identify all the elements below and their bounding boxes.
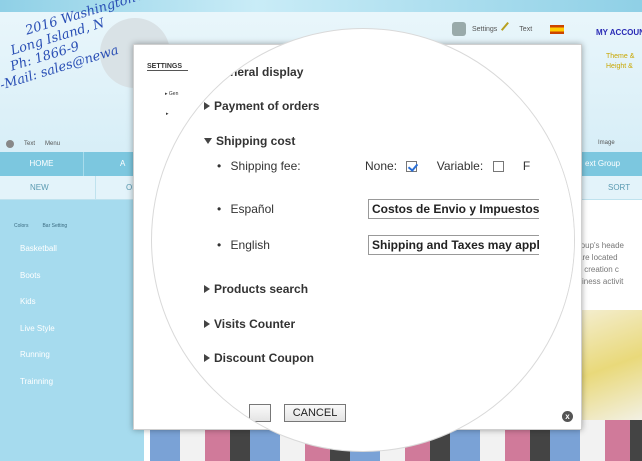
variable-checkbox[interactable]	[492, 161, 504, 173]
info-icon[interactable]	[6, 140, 14, 148]
my-account-link[interactable]: MY ACCOUNT	[596, 28, 642, 37]
english-row: • English	[217, 238, 270, 252]
page-root: 2016 Washington Ave Long Island, N Ph: 1…	[0, 0, 642, 461]
section-visits-counter[interactable]: Visits Counter	[204, 317, 295, 331]
collapse-arrow-icon	[204, 138, 212, 144]
english-label: English	[230, 238, 270, 252]
about-line: roup's heade	[578, 241, 625, 250]
magnifier-lens: General display Payment of orders Shippi…	[151, 28, 575, 452]
shipping-text-en-input[interactable]: Shipping and Taxes may apply	[368, 235, 568, 255]
section-discount-coupon[interactable]: Discount Coupon	[204, 351, 314, 365]
category-list: Basketball Boots Kids Live Style Running…	[20, 243, 57, 402]
section-general-display[interactable]: General display	[214, 65, 303, 79]
section-label: General display	[214, 65, 304, 79]
nav-item-a[interactable]: A	[84, 152, 141, 176]
espanol-row: • Español	[217, 202, 274, 216]
section-label: Discount Coupon	[214, 351, 314, 365]
fixed-label: F	[522, 159, 531, 173]
section-label: Visits Counter	[214, 317, 296, 331]
section-payment-of-orders[interactable]: Payment of orders	[204, 99, 319, 113]
shipping-fee-options: None: Variable: F	[365, 159, 530, 173]
sidebar-tools: Colors Bar Setting	[14, 223, 67, 229]
expand-arrow-icon	[204, 285, 210, 293]
about-line: siness activit	[578, 277, 624, 286]
variable-label: Variable:	[436, 159, 484, 173]
subnav-new[interactable]: NEW	[0, 175, 96, 200]
section-label: Payment of orders	[214, 99, 320, 113]
nav-next-group[interactable]: ext Group	[585, 152, 620, 176]
theme-links: Theme & Height &	[606, 52, 634, 72]
expand-arrow-icon	[204, 354, 210, 362]
colors-link[interactable]: Colors	[14, 223, 28, 229]
bullet: •	[217, 202, 222, 216]
height-link[interactable]: Height &	[606, 62, 634, 72]
category-sidebar: Colors Bar Setting Basketball Boots Kids…	[0, 200, 144, 461]
sidebar-item-boots[interactable]: Boots	[20, 270, 57, 297]
lens-content: General display Payment of orders Shippi…	[152, 29, 574, 451]
none-label: None:	[365, 159, 398, 173]
nav-home[interactable]: HOME	[0, 152, 84, 176]
theme-link[interactable]: Theme &	[606, 52, 634, 62]
sidebar-item-basketball[interactable]: Basketball	[20, 243, 57, 270]
about-line: s creation c	[578, 265, 619, 274]
edit-text-link[interactable]: Text	[24, 141, 35, 147]
cancel-button[interactable]: CANCEL	[284, 404, 346, 422]
section-label: Products search	[214, 282, 309, 296]
sidebar-item-running[interactable]: Running	[20, 349, 57, 376]
sidebar-item-live-style[interactable]: Live Style	[20, 323, 57, 350]
ok-button[interactable]	[249, 404, 271, 422]
bullet: •	[217, 159, 222, 173]
lens-right-mask	[539, 141, 574, 311]
about-text: roup's heade are located s creation c si…	[578, 240, 642, 288]
shipping-fee-row: • Shipping fee:	[217, 159, 301, 173]
sidebar-item-trainning[interactable]: Trainning	[20, 376, 57, 403]
section-label: Shipping cost	[216, 134, 296, 148]
espanol-label: Español	[230, 202, 274, 216]
about-line: are located	[578, 253, 618, 262]
sort-link[interactable]: SORT	[608, 176, 630, 200]
close-icon[interactable]: x	[562, 411, 573, 422]
shipping-fee-label: Shipping fee:	[230, 159, 301, 173]
edit-bar: Text Menu	[6, 140, 60, 148]
section-shipping-cost[interactable]: Shipping cost	[204, 134, 295, 148]
edit-image-link[interactable]: Image	[598, 140, 615, 146]
expand-arrow-icon	[204, 320, 210, 328]
edit-menu-link[interactable]: Menu	[45, 141, 60, 147]
expand-arrow-icon	[204, 102, 210, 110]
none-checkbox[interactable]	[406, 161, 418, 173]
shipping-text-es-input[interactable]: Costos de Envio y Impuestos p	[368, 199, 568, 219]
bar-setting-link[interactable]: Bar Setting	[42, 223, 67, 229]
section-products-search[interactable]: Products search	[204, 282, 308, 296]
bullet: •	[217, 238, 222, 252]
sidebar-item-kids[interactable]: Kids	[20, 296, 57, 323]
